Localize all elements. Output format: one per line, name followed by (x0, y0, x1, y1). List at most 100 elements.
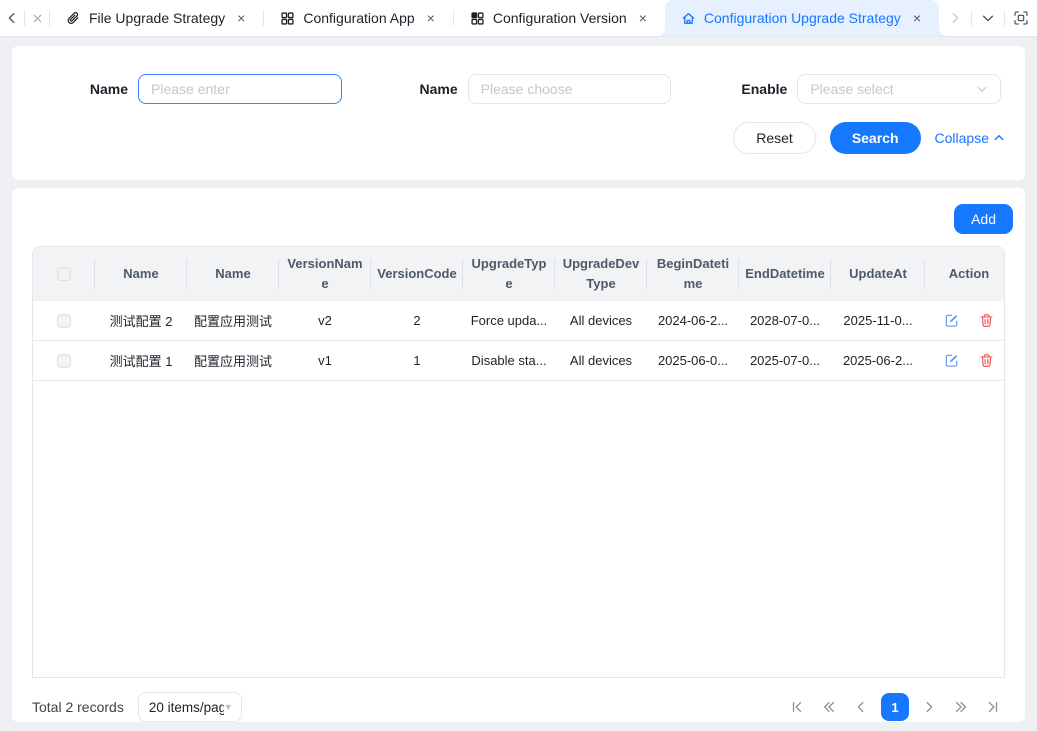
home-icon (681, 11, 696, 26)
fullscreen-button[interactable] (1005, 0, 1037, 36)
field-name: Name Please enter (32, 74, 346, 104)
search-button[interactable]: Search (830, 122, 921, 154)
cell-update-at: 2025-11-0... (831, 301, 925, 341)
cell-update-at: 2025-06-2... (831, 341, 925, 381)
tab-menu-button[interactable] (972, 0, 1004, 36)
trash-icon (979, 313, 994, 328)
chevron-down-icon (976, 83, 988, 95)
chevron-up-icon (993, 132, 1005, 144)
cell-begin-datetime: 2024-06-2... (647, 301, 739, 341)
nav-back-button[interactable] (0, 0, 24, 36)
page-number-current[interactable]: 1 (881, 693, 909, 721)
cell-version-name: v1 (279, 341, 371, 381)
last-page-icon (986, 700, 1000, 714)
header-version-code: VersionCode (371, 247, 463, 301)
row-checkbox[interactable] (57, 354, 71, 368)
header-begin-datetime: BeginDatetime (647, 247, 739, 301)
fullscreen-icon (1013, 10, 1029, 26)
select-all-checkbox[interactable] (57, 267, 71, 281)
toolbar: Add (24, 204, 1013, 234)
cell-action (925, 301, 1005, 341)
app-name-label: Name (362, 81, 458, 97)
tab-configuration-upgrade-strategy[interactable]: Configuration Upgrade Strategy × (665, 0, 939, 36)
page-body: Name Please enter Name Please choose Ena… (0, 37, 1037, 731)
chevron-down-icon (981, 11, 995, 25)
collapse-toggle[interactable]: Collapse (935, 130, 1005, 146)
delete-button[interactable] (977, 311, 996, 330)
fast-next-button[interactable] (949, 693, 973, 721)
tab-list: File Upgrade Strategy × Configuration Ap… (50, 0, 939, 36)
tab-close-icon[interactable]: × (425, 9, 437, 27)
header-version-name: VersionName (279, 247, 371, 301)
data-table: Name Name VersionName VersionCode Upgrad… (32, 246, 1005, 678)
enable-select[interactable]: Please select (797, 74, 1001, 104)
table-row: 测试配置 1 配置应用测试 v1 1 Disable sta... All de… (33, 341, 1005, 381)
chevron-right-icon (922, 700, 936, 714)
close-all-tabs-button[interactable] (25, 0, 49, 36)
tab-bar: File Upgrade Strategy × Configuration Ap… (0, 0, 1037, 37)
trash-icon (979, 353, 994, 368)
close-icon (31, 12, 44, 25)
field-enable: Enable Please select (691, 74, 1005, 104)
reset-button[interactable]: Reset (733, 122, 816, 154)
tab-file-upgrade-strategy[interactable]: File Upgrade Strategy × (50, 0, 263, 36)
cell-app-name: 配置应用测试 (187, 301, 279, 341)
row-checkbox[interactable] (57, 314, 71, 328)
header-app-name: Name (187, 247, 279, 301)
tab-label: File Upgrade Strategy (89, 10, 225, 26)
cell-upgrade-dev-type: All devices (555, 301, 647, 341)
cell-app-name: 配置应用测试 (187, 341, 279, 381)
tabbar-right-controls (939, 0, 1037, 36)
tab-configuration-version[interactable]: Configuration Version × (454, 0, 665, 36)
screen: File Upgrade Strategy × Configuration Ap… (0, 0, 1037, 731)
first-page-button[interactable] (785, 693, 809, 721)
double-chevron-left-icon (822, 700, 836, 714)
tab-label: Configuration Version (493, 10, 627, 26)
table-footer: Total 2 records 20 items/pag ▼ (32, 692, 1005, 722)
tab-close-icon[interactable]: × (911, 9, 923, 27)
collapse-label: Collapse (935, 130, 989, 146)
cell-end-datetime: 2025-07-0... (739, 341, 831, 381)
cell-begin-datetime: 2025-06-0... (647, 341, 739, 381)
delete-button[interactable] (977, 351, 996, 370)
fast-prev-button[interactable] (817, 693, 841, 721)
header-end-datetime: EndDatetime (739, 247, 831, 301)
total-records: Total 2 records (32, 699, 124, 715)
app-name-input[interactable]: Please choose (468, 74, 672, 104)
chevron-left-icon (5, 11, 19, 25)
edit-button[interactable] (942, 311, 961, 330)
tab-close-icon[interactable]: × (235, 9, 247, 27)
tab-configuration-app[interactable]: Configuration App × (264, 0, 453, 36)
header-update-at: UpdateAt (831, 247, 925, 301)
table-header-row: Name Name VersionName VersionCode Upgrad… (33, 247, 1005, 301)
cell-version-name: v2 (279, 301, 371, 341)
chevron-left-icon (854, 700, 868, 714)
add-button[interactable]: Add (954, 204, 1013, 234)
first-page-icon (790, 700, 804, 714)
edit-icon (944, 313, 959, 328)
cell-upgrade-type: Disable sta... (463, 341, 555, 381)
name-input[interactable]: Please enter (138, 74, 342, 104)
page-size-select[interactable]: 20 items/pag ▼ (138, 692, 242, 722)
cell-name: 测试配置 2 (95, 301, 187, 341)
cell-version-code: 2 (371, 301, 463, 341)
search-actions: Reset Search Collapse (32, 122, 1005, 154)
name-input-placeholder: Please enter (151, 81, 329, 97)
header-upgrade-type: UpgradeType (463, 247, 555, 301)
cell-upgrade-dev-type: All devices (555, 341, 647, 381)
triangle-down-icon: ▼ (224, 702, 233, 712)
prev-page-button[interactable] (849, 693, 873, 721)
header-name: Name (95, 247, 187, 301)
header-select-all (33, 247, 95, 301)
edit-button[interactable] (942, 351, 961, 370)
tab-close-icon[interactable]: × (637, 9, 649, 27)
next-page-button[interactable] (917, 693, 941, 721)
table-panel: Add Name (12, 188, 1025, 722)
enable-select-placeholder: Please select (810, 81, 976, 97)
edit-icon (944, 353, 959, 368)
cell-name: 测试配置 1 (95, 341, 187, 381)
page-size-value: 20 items/pag (149, 700, 224, 715)
last-page-button[interactable] (981, 693, 1005, 721)
tab-label: Configuration App (303, 10, 414, 26)
cell-upgrade-type: Force upda... (463, 301, 555, 341)
